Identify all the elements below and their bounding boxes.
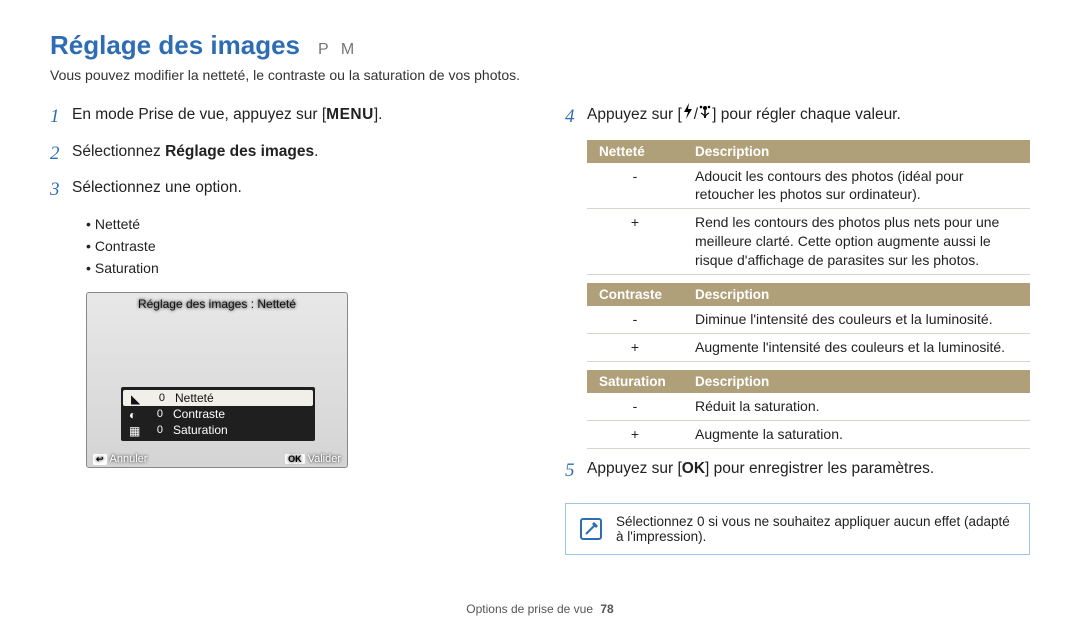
list-item: •Netteté <box>86 213 515 235</box>
contrast-icon: ◐ <box>129 408 143 420</box>
lcd-menu: ◣ 0 Netteté ◐ 0 Contraste ▦ 0 Satura <box>121 387 315 441</box>
table-nettete: NettetéDescription -Adoucit les contours… <box>587 140 1030 275</box>
option-list: •Netteté •Contraste •Saturation <box>86 213 515 280</box>
ok-key: OK <box>682 460 705 477</box>
table-row: +Augmente l'intensité des couleurs et la… <box>587 333 1030 361</box>
lcd-row-nettete: ◣ 0 Netteté <box>123 390 313 406</box>
mode-indicator: P M <box>318 41 358 59</box>
table-contraste: ContrasteDescription -Diminue l'intensit… <box>587 283 1030 362</box>
back-key-icon: ↩ <box>93 454 107 465</box>
step-2-text: Sélectionnez Réglage des images. <box>72 140 515 169</box>
lcd-title: Réglage des images : Netteté <box>87 293 347 315</box>
page-subtitle: Vous pouvez modifier la netteté, le cont… <box>50 67 1030 83</box>
lcd-ok: OKValider <box>285 453 341 465</box>
table-row: -Diminue l'intensité des couleurs et la … <box>587 306 1030 333</box>
saturation-icon: ▦ <box>129 424 143 436</box>
lcd-row-saturation: ▦ 0 Saturation <box>121 422 315 438</box>
note-icon <box>580 518 602 540</box>
right-column: 4 Appuyez sur [ / ] pour régler chaque v… <box>565 103 1030 555</box>
page-title: Réglage des images <box>50 30 300 61</box>
step-5-text: Appuyez sur [OK] pour enregistrer les pa… <box>587 457 1030 486</box>
note-box: Sélectionnez 0 si vous ne souhaitez appl… <box>565 503 1030 555</box>
step-number: 1 <box>50 103 72 132</box>
flash-icon <box>682 103 694 126</box>
menu-key: MENU <box>326 106 374 123</box>
lcd-row-contraste: ◐ 0 Contraste <box>121 406 315 422</box>
table-row: +Rend les contours des photos plus nets … <box>587 209 1030 275</box>
step-number: 3 <box>50 176 72 205</box>
step-4-text: Appuyez sur [ / ] pour régler chaque val… <box>587 103 1030 132</box>
list-item: •Saturation <box>86 257 515 279</box>
table-row: +Augmente la saturation. <box>587 420 1030 448</box>
table-row: -Réduit la saturation. <box>587 393 1030 420</box>
left-column: 1 En mode Prise de vue, appuyez sur [MEN… <box>50 103 515 555</box>
step-number: 4 <box>565 103 587 132</box>
list-item: •Contraste <box>86 235 515 257</box>
ok-key-icon: OK <box>285 454 305 464</box>
step-number: 5 <box>565 457 587 486</box>
step-3-text: Sélectionnez une option. <box>72 176 515 205</box>
macro-icon <box>698 103 712 126</box>
table-row: -Adoucit les contours des photos (idéal … <box>587 163 1030 209</box>
step-1-text: En mode Prise de vue, appuyez sur [MENU]… <box>72 103 515 132</box>
note-text: Sélectionnez 0 si vous ne souhaitez appl… <box>616 514 1015 544</box>
page-footer: Options de prise de vue 78 <box>0 602 1080 616</box>
sharpness-icon: ◣ <box>131 392 145 404</box>
table-saturation: SaturationDescription -Réduit la saturat… <box>587 370 1030 449</box>
lcd-cancel: ↩Annuler <box>93 453 147 465</box>
step-number: 2 <box>50 140 72 169</box>
lcd-preview: Réglage des images : Netteté ◣ 0 Netteté… <box>86 292 348 468</box>
